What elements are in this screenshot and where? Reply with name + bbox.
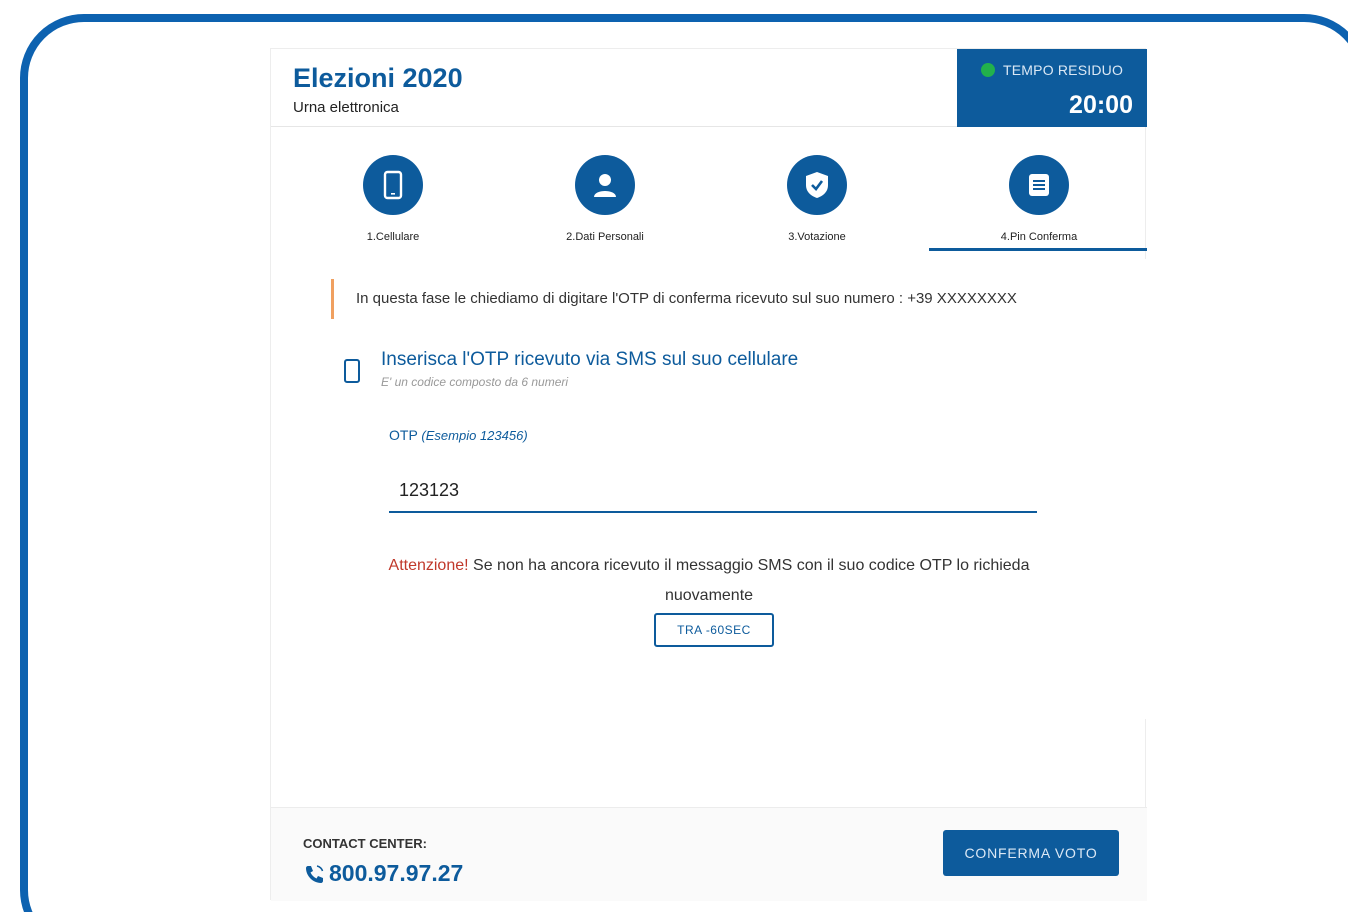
otp-subheading: E' un codice composto da 6 numeri: [381, 375, 569, 389]
step-label: 1.Cellulare: [366, 231, 420, 243]
active-step-indicator: [929, 248, 1147, 251]
otp-input[interactable]: [389, 469, 1037, 513]
voting-app: Elezioni 2020 Urna elettronica TEMPO RES…: [270, 48, 1147, 901]
timer-panel: TEMPO RESIDUO 20:00: [957, 49, 1147, 127]
otp-heading: Inserisca l'OTP ricevuto via SMS sul suo…: [381, 349, 799, 370]
timer-value: 20:00: [1069, 91, 1133, 119]
otp-label-text: OTP: [389, 427, 418, 443]
warning-prefix: Attenzione!: [388, 557, 469, 574]
steps-bar: 1.Cellulare 2.Dati Personali 3.Votazione…: [271, 145, 1147, 255]
step-label: 3.Votazione: [788, 231, 846, 243]
step-votazione[interactable]: 3.Votazione: [717, 145, 917, 255]
step-label: 4.Pin Conferma: [1000, 231, 1078, 243]
shield-check-icon: [787, 155, 847, 215]
contact-phone-number[interactable]: 800.97.97.27: [329, 860, 463, 887]
confirm-vote-button[interactable]: CONFERMA VOTO: [943, 830, 1119, 876]
list-icon: [1009, 155, 1069, 215]
step-dati-personali[interactable]: 2.Dati Personali: [505, 145, 705, 255]
contact-phone-group: 800.97.97.27: [303, 860, 463, 887]
status-dot-icon: [981, 63, 995, 77]
footer: CONTACT CENTER: 800.97.97.27 CONFERMA VO…: [271, 807, 1147, 901]
phone-call-icon: [306, 864, 324, 883]
contact-center-label: CONTACT CENTER:: [303, 836, 427, 851]
info-notice: In questa fase le chiediamo di digitare …: [331, 279, 1091, 319]
otp-field-label: OTP (Esempio 123456): [389, 427, 528, 443]
page-subtitle: Urna elettronica: [293, 99, 399, 116]
step-label: 2.Dati Personali: [566, 231, 644, 243]
phone-icon: [363, 155, 423, 215]
otp-warning: Attenzione! Se non ha ancora ricevuto il…: [351, 551, 1067, 611]
header: Elezioni 2020 Urna elettronica TEMPO RES…: [271, 49, 1147, 127]
user-icon: [575, 155, 635, 215]
mobile-phone-icon: [344, 359, 360, 383]
step-pin-conferma[interactable]: 4.Pin Conferma: [939, 145, 1139, 255]
warning-text: Se non ha ancora ricevuto il messaggio S…: [468, 557, 1030, 604]
resend-otp-button[interactable]: TRA -60SEC: [654, 613, 774, 647]
page-title: Elezioni 2020: [293, 63, 463, 93]
step-cellulare[interactable]: 1.Cellulare: [293, 145, 493, 255]
otp-label-hint: (Esempio 123456): [421, 428, 528, 443]
timer-label: TEMPO RESIDUO: [1003, 62, 1124, 78]
